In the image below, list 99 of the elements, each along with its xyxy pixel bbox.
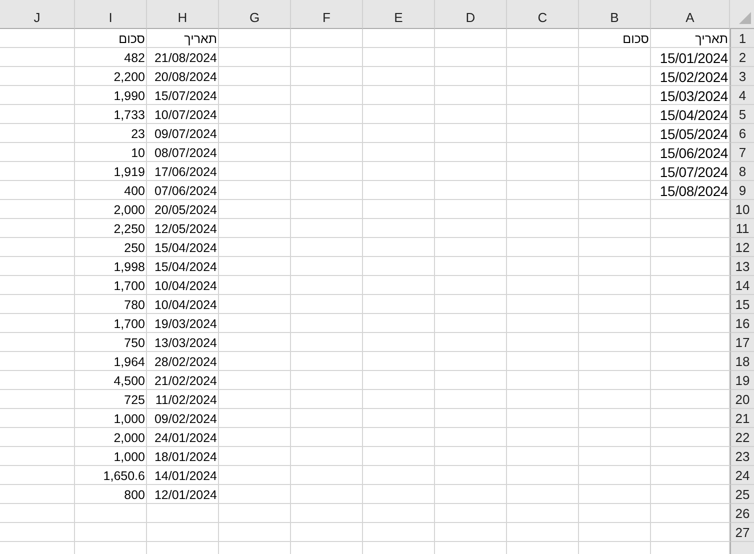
- select-all-button[interactable]: [730, 0, 754, 29]
- row-header[interactable]: 16: [730, 314, 754, 333]
- row-header[interactable]: 24: [730, 466, 754, 485]
- table-cell-text: 12/05/2024: [153, 220, 218, 238]
- row-header[interactable]: 7: [730, 143, 754, 162]
- row-header[interactable]: 15: [730, 295, 754, 314]
- table-cell-text: 15/07/2024: [658, 162, 729, 181]
- table-cell-text: 12/01/2024: [153, 486, 218, 504]
- table-cell-text: 725: [123, 392, 146, 408]
- table-cell-text: 14/01/2024: [153, 468, 218, 484]
- row-header[interactable]: 10: [730, 200, 754, 219]
- row-header[interactable]: 27: [730, 523, 754, 542]
- table-cell-text: 20/05/2024: [153, 202, 218, 218]
- row-header[interactable]: 17: [730, 333, 754, 352]
- table-cell-text: 780: [123, 296, 146, 314]
- table-cell-text: 1,998: [112, 258, 146, 276]
- table-cell-text: 1,000: [112, 448, 146, 466]
- row-header[interactable]: 20: [730, 390, 754, 409]
- column-header[interactable]: D: [435, 0, 507, 29]
- table-cell-text: 2,200: [112, 68, 146, 86]
- table-cell-text: 21/02/2024: [153, 372, 218, 390]
- table-cell-text: 10: [130, 144, 146, 162]
- table-cell-text: 1,733: [112, 106, 146, 124]
- column-header[interactable]: E: [363, 0, 435, 29]
- row-header[interactable]: 2: [730, 48, 754, 67]
- table-cell-text: 09/07/2024: [153, 126, 218, 142]
- table-cell-text: 15/07/2024: [153, 88, 218, 104]
- table-cell-text: 1,000: [112, 410, 146, 428]
- table-cell-text: 28/02/2024: [153, 354, 218, 370]
- table-cell-text: תאריך: [694, 30, 729, 48]
- row-header[interactable]: 21: [730, 409, 754, 428]
- table-cell-text: 10/04/2024: [153, 278, 218, 294]
- table-cell-text: 800: [123, 486, 146, 504]
- row-header[interactable]: 9: [730, 181, 754, 200]
- table-cell-text: 20/08/2024: [153, 68, 218, 86]
- table-cell-text: 2,250: [112, 220, 146, 238]
- table-cell-text: 1,990: [112, 88, 146, 104]
- table-cell-text: תאריך: [183, 30, 218, 48]
- table-cell-text: 23: [130, 126, 146, 142]
- column-header[interactable]: I: [75, 0, 147, 29]
- corner-triangle-icon: [739, 12, 751, 24]
- table-cell-text: 17/06/2024: [153, 164, 218, 180]
- table-cell-text: 15/01/2024: [658, 48, 729, 67]
- table-cell-text: 4,500: [112, 372, 146, 390]
- table-cell-text: 15/05/2024: [658, 124, 729, 143]
- table-cell-text: 08/07/2024: [153, 144, 218, 162]
- table-cell-text: סכום: [118, 30, 146, 48]
- table-cell-text: 2,000: [112, 202, 146, 218]
- table-cell-text: 15/03/2024: [658, 86, 729, 105]
- row-header[interactable]: 26: [730, 504, 754, 523]
- column-header[interactable]: H: [147, 0, 219, 29]
- row-header[interactable]: 6: [730, 124, 754, 143]
- row-header[interactable]: 12: [730, 238, 754, 257]
- table-cell-text: 11/02/2024: [154, 392, 218, 408]
- table-cell-text: 09/02/2024: [153, 410, 218, 428]
- table-cell-text: 1,700: [112, 316, 146, 332]
- table-cell-text: 15/08/2024: [658, 182, 729, 200]
- row-header[interactable]: 3: [730, 67, 754, 86]
- row-header[interactable]: 11: [730, 219, 754, 238]
- table-cell-text: 19/03/2024: [153, 316, 218, 332]
- row-header[interactable]: 4: [730, 86, 754, 105]
- row-header[interactable]: 19: [730, 371, 754, 390]
- table-cell-text: 15/04/2024: [658, 106, 729, 124]
- table-cell-text: 10/07/2024: [153, 106, 218, 124]
- table-cell-text: 15/02/2024: [658, 68, 729, 86]
- table-cell-text: 10/04/2024: [153, 296, 218, 314]
- column-header[interactable]: J: [0, 0, 75, 29]
- row-header[interactable]: 23: [730, 447, 754, 466]
- table-cell-text: 1,700: [112, 278, 146, 294]
- table-cell-text: 750: [123, 334, 146, 352]
- row-header[interactable]: 25: [730, 485, 754, 504]
- table-cell-text: 400: [123, 182, 146, 200]
- table-cell-text: 21/08/2024: [153, 50, 218, 66]
- table-cell-text: 18/01/2024: [153, 448, 218, 466]
- table-cell-text: 15/06/2024: [658, 144, 729, 162]
- column-header[interactable]: G: [219, 0, 291, 29]
- row-header[interactable]: 8: [730, 162, 754, 181]
- table-cell-text: 1,964: [112, 354, 146, 370]
- row-header[interactable]: 14: [730, 276, 754, 295]
- column-header[interactable]: F: [291, 0, 363, 29]
- table-cell-text: 15/04/2024: [153, 240, 218, 256]
- table-cell-text: 250: [123, 240, 146, 256]
- row-header[interactable]: 13: [730, 257, 754, 276]
- table-cell-text: 482: [123, 50, 146, 66]
- table-cell-text: סכום: [622, 30, 650, 48]
- table-cell-text: 13/03/2024: [153, 334, 218, 352]
- table-cell-text: 24/01/2024: [153, 430, 218, 446]
- table-cell-text: 07/06/2024: [153, 182, 218, 200]
- column-header[interactable]: C: [507, 0, 579, 29]
- table-cell-text: 1,919: [112, 164, 146, 180]
- row-header[interactable]: 22: [730, 428, 754, 447]
- column-header[interactable]: A: [651, 0, 730, 29]
- row-header[interactable]: 18: [730, 352, 754, 371]
- row-header[interactable]: 5: [730, 105, 754, 124]
- table-cell-text: 15/04/2024: [153, 258, 218, 276]
- column-header[interactable]: B: [579, 0, 651, 29]
- table-cell-text: 2,000: [112, 430, 146, 446]
- table-cell-text: 1,650.6: [102, 468, 146, 484]
- row-header[interactable]: 1: [730, 29, 754, 48]
